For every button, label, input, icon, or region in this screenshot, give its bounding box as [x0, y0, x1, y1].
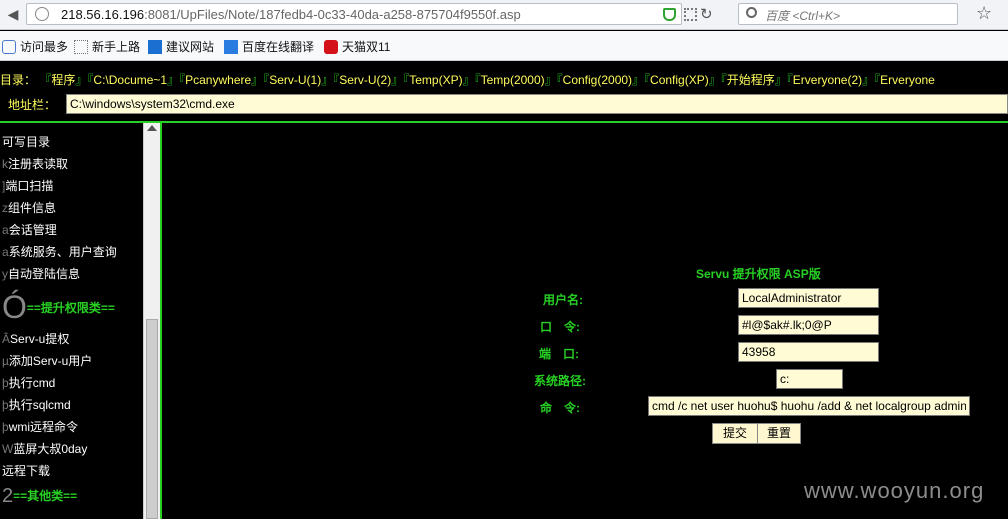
sidebar-item-add-servu-user[interactable]: µ添加Serv-u用户: [2, 352, 92, 369]
dir-link[interactable]: Config(XP): [650, 73, 709, 87]
address-label: 地址栏：: [8, 98, 57, 112]
port-label: 端 口:: [539, 347, 579, 361]
bookmark-baidu-translate[interactable]: 百度在线翻译: [224, 38, 314, 55]
username-input[interactable]: [738, 288, 879, 308]
gear-icon: [2, 40, 16, 54]
watermark: www.wooyun.org: [804, 478, 985, 503]
back-icon[interactable]: ◀: [4, 4, 22, 24]
address-input[interactable]: [66, 94, 1008, 114]
directory-label: 目录：: [0, 73, 37, 87]
scrollbar-thumb[interactable]: [146, 319, 158, 519]
bing-icon: [148, 40, 162, 54]
site-info-icon[interactable]: [35, 7, 49, 21]
reset-button[interactable]: 重置: [757, 423, 801, 444]
submit-button[interactable]: 提交: [712, 423, 758, 444]
syspath-input[interactable]: [776, 369, 843, 389]
address-row: 地址栏：: [0, 92, 1008, 116]
sidebar-item-sessions[interactable]: a会话管理: [2, 221, 57, 238]
translate-icon: [224, 40, 238, 54]
security-shield-icon[interactable]: [663, 8, 676, 21]
sidebar-section-other: 2==其他类==: [2, 485, 78, 507]
main-panel: [162, 123, 1008, 519]
bookmark-most-visited[interactable]: 访问最多: [2, 38, 68, 55]
sidebar-item-servu-escalate[interactable]: ÂServ-u提权: [2, 330, 69, 347]
form-title: Servu 提升权限 ASP版: [696, 267, 821, 281]
sidebar-item-bsod-0day[interactable]: W蓝屏大叔0day: [2, 440, 87, 457]
username-label: 用户名:: [543, 293, 583, 307]
browser-toolbar: ◀ 218.56.16.196:8081/UpFiles/Note/187fed…: [0, 0, 1008, 30]
password-label: 口 令:: [540, 320, 580, 334]
command-label: 命 令:: [540, 401, 580, 415]
search-box[interactable]: 百度 <Ctrl+K>: [738, 3, 958, 25]
dir-link[interactable]: Temp(2000): [481, 73, 545, 87]
qrcode-icon[interactable]: [684, 8, 697, 21]
refresh-icon[interactable]: ↻: [700, 5, 713, 23]
bookmarks-bar: 访问最多 新手上路 建议网站 百度在线翻译 天猫双11: [0, 31, 1008, 61]
port-input[interactable]: [738, 342, 879, 362]
dir-link[interactable]: 开始程序: [727, 73, 775, 87]
sidebar-scrollbar[interactable]: [143, 123, 160, 519]
bookmark-suggested-sites[interactable]: 建议网站: [148, 38, 214, 55]
bookmark-star-icon[interactable]: ☆: [976, 3, 992, 24]
dir-link[interactable]: Temp(XP): [409, 73, 462, 87]
sidebar-item-services[interactable]: a系统服务、用户查询: [2, 243, 117, 260]
dir-link[interactable]: 程序: [51, 73, 75, 87]
dir-link[interactable]: Serv-U(1): [269, 73, 321, 87]
command-input[interactable]: [648, 396, 970, 416]
search-icon: [746, 7, 757, 18]
bookmark-getting-started[interactable]: 新手上路: [74, 38, 140, 55]
dir-link[interactable]: Erveryone: [880, 73, 935, 87]
url-bar[interactable]: 218.56.16.196:8081/UpFiles/Note/187fedb4…: [26, 3, 697, 25]
sidebar: 可写目录 k注册表读取 ]端口扫描 z组件信息 a会话管理 a系统服务、用户查询…: [0, 123, 143, 519]
sidebar-item-autologon[interactable]: y自动登陆信息: [2, 265, 80, 282]
dir-link[interactable]: Config(2000): [563, 73, 632, 87]
search-placeholder: 百度 <Ctrl+K>: [765, 9, 841, 23]
page-icon: [74, 40, 88, 54]
sidebar-item-remote-download[interactable]: 远程下载: [2, 462, 50, 479]
dir-link[interactable]: C:\Docume~1: [93, 73, 167, 87]
sidebar-item-components[interactable]: z组件信息: [2, 199, 56, 216]
sidebar-item-wmi[interactable]: þwmi远程命令: [2, 418, 78, 435]
sidebar-section-privilege: Ó==提升权限类==: [2, 289, 115, 325]
scroll-up-icon[interactable]: [147, 125, 157, 131]
dir-link[interactable]: Erveryone(2): [793, 73, 862, 87]
password-input[interactable]: [738, 315, 879, 335]
url-text[interactable]: 218.56.16.196:8081/UpFiles/Note/187fedb4…: [61, 7, 521, 22]
tmall-icon: [324, 40, 338, 54]
dir-link[interactable]: Pcanywhere: [185, 73, 251, 87]
directory-bar: 目录： 『程序』『C:\Docume~1』『Pcanywhere』『Serv-U…: [0, 70, 1008, 90]
dir-link[interactable]: Serv-U(2): [339, 73, 391, 87]
sidebar-item-exec-sqlcmd[interactable]: þ执行sqlcmd: [2, 396, 71, 413]
sidebar-item-exec-cmd[interactable]: þ执行cmd: [2, 374, 55, 391]
sidebar-item-port-scan[interactable]: ]端口扫描: [2, 177, 53, 194]
syspath-label: 系统路径:: [534, 374, 586, 388]
sidebar-item-writable-dirs[interactable]: 可写目录: [2, 133, 50, 150]
bookmark-tmall[interactable]: 天猫双11: [324, 38, 390, 55]
sidebar-item-registry[interactable]: k注册表读取: [2, 155, 68, 172]
